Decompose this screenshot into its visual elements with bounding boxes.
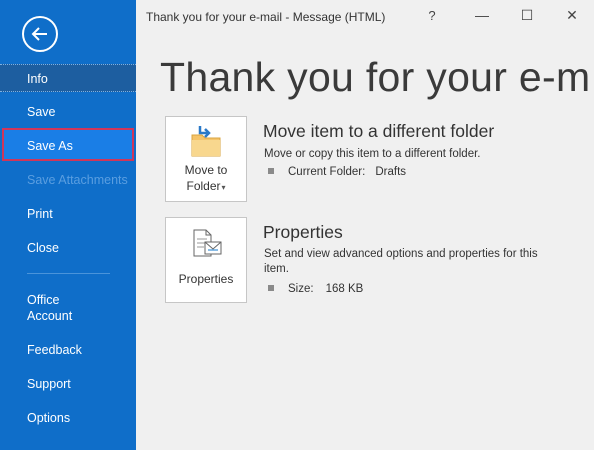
size-row: Size: 168 KB [268,283,363,295]
sidebar-item-feedback[interactable]: Feedback [0,342,136,358]
sidebar-item-info[interactable]: Info [0,64,136,92]
size-value: 168 KB [325,283,364,295]
bullet-icon [268,168,274,174]
sidebar-item-print[interactable]: Print [0,206,136,222]
sidebar-item-options[interactable]: Options [0,410,136,426]
back-arrow-icon [31,27,47,41]
backstage-sidebar: Info Save Save As Save Attachments Print… [0,0,136,450]
dropdown-caret-icon: ▾ [221,183,226,192]
help-button[interactable]: ? [422,8,442,23]
back-button[interactable] [22,16,58,52]
current-folder-row: Current Folder: Drafts [268,166,406,178]
sidebar-item-close[interactable]: Close [0,240,136,256]
sidebar-item-save-attachments: Save Attachments [27,173,128,187]
minimize-button[interactable]: — [472,7,492,23]
move-folder-icon [191,126,221,157]
folder-label-line: Folder▾ [166,178,246,196]
maximize-button[interactable]: ☐ [517,7,537,24]
move-to-folder-button[interactable]: Move to Folder▾ [165,116,247,202]
window-title: Thank you for your e-mail - Message (HTM… [146,10,386,24]
sidebar-item-save[interactable]: Save [0,104,136,120]
sidebar-divider [27,273,110,274]
move-to-label: Move to [184,163,228,177]
properties-button[interactable]: Properties [165,217,247,303]
properties-label: Properties [178,272,234,286]
move-section-title: Move item to a different folder [263,121,495,141]
sidebar-item-office-account[interactable]: Office Account [0,292,136,324]
sidebar-item-support[interactable]: Support [0,376,136,392]
folder-label: Folder [186,179,221,193]
page-title: Thank you for your e-mail [160,54,590,100]
title-bar: Thank you for your e-mail - Message (HTM… [136,0,594,32]
sidebar-item-save-as[interactable]: Save As [2,128,134,161]
bullet-icon [268,285,274,291]
current-folder-label: Current Folder: [288,166,366,178]
current-folder-value: Drafts [375,166,407,178]
close-window-button[interactable]: ✕ [562,7,582,24]
move-section-description: Move or copy this item to a different fo… [264,148,481,160]
properties-section-description: Set and view advanced options and proper… [264,248,538,275]
properties-section-title: Properties [263,222,343,242]
size-label: Size: [288,283,314,295]
properties-document-icon [193,229,222,257]
